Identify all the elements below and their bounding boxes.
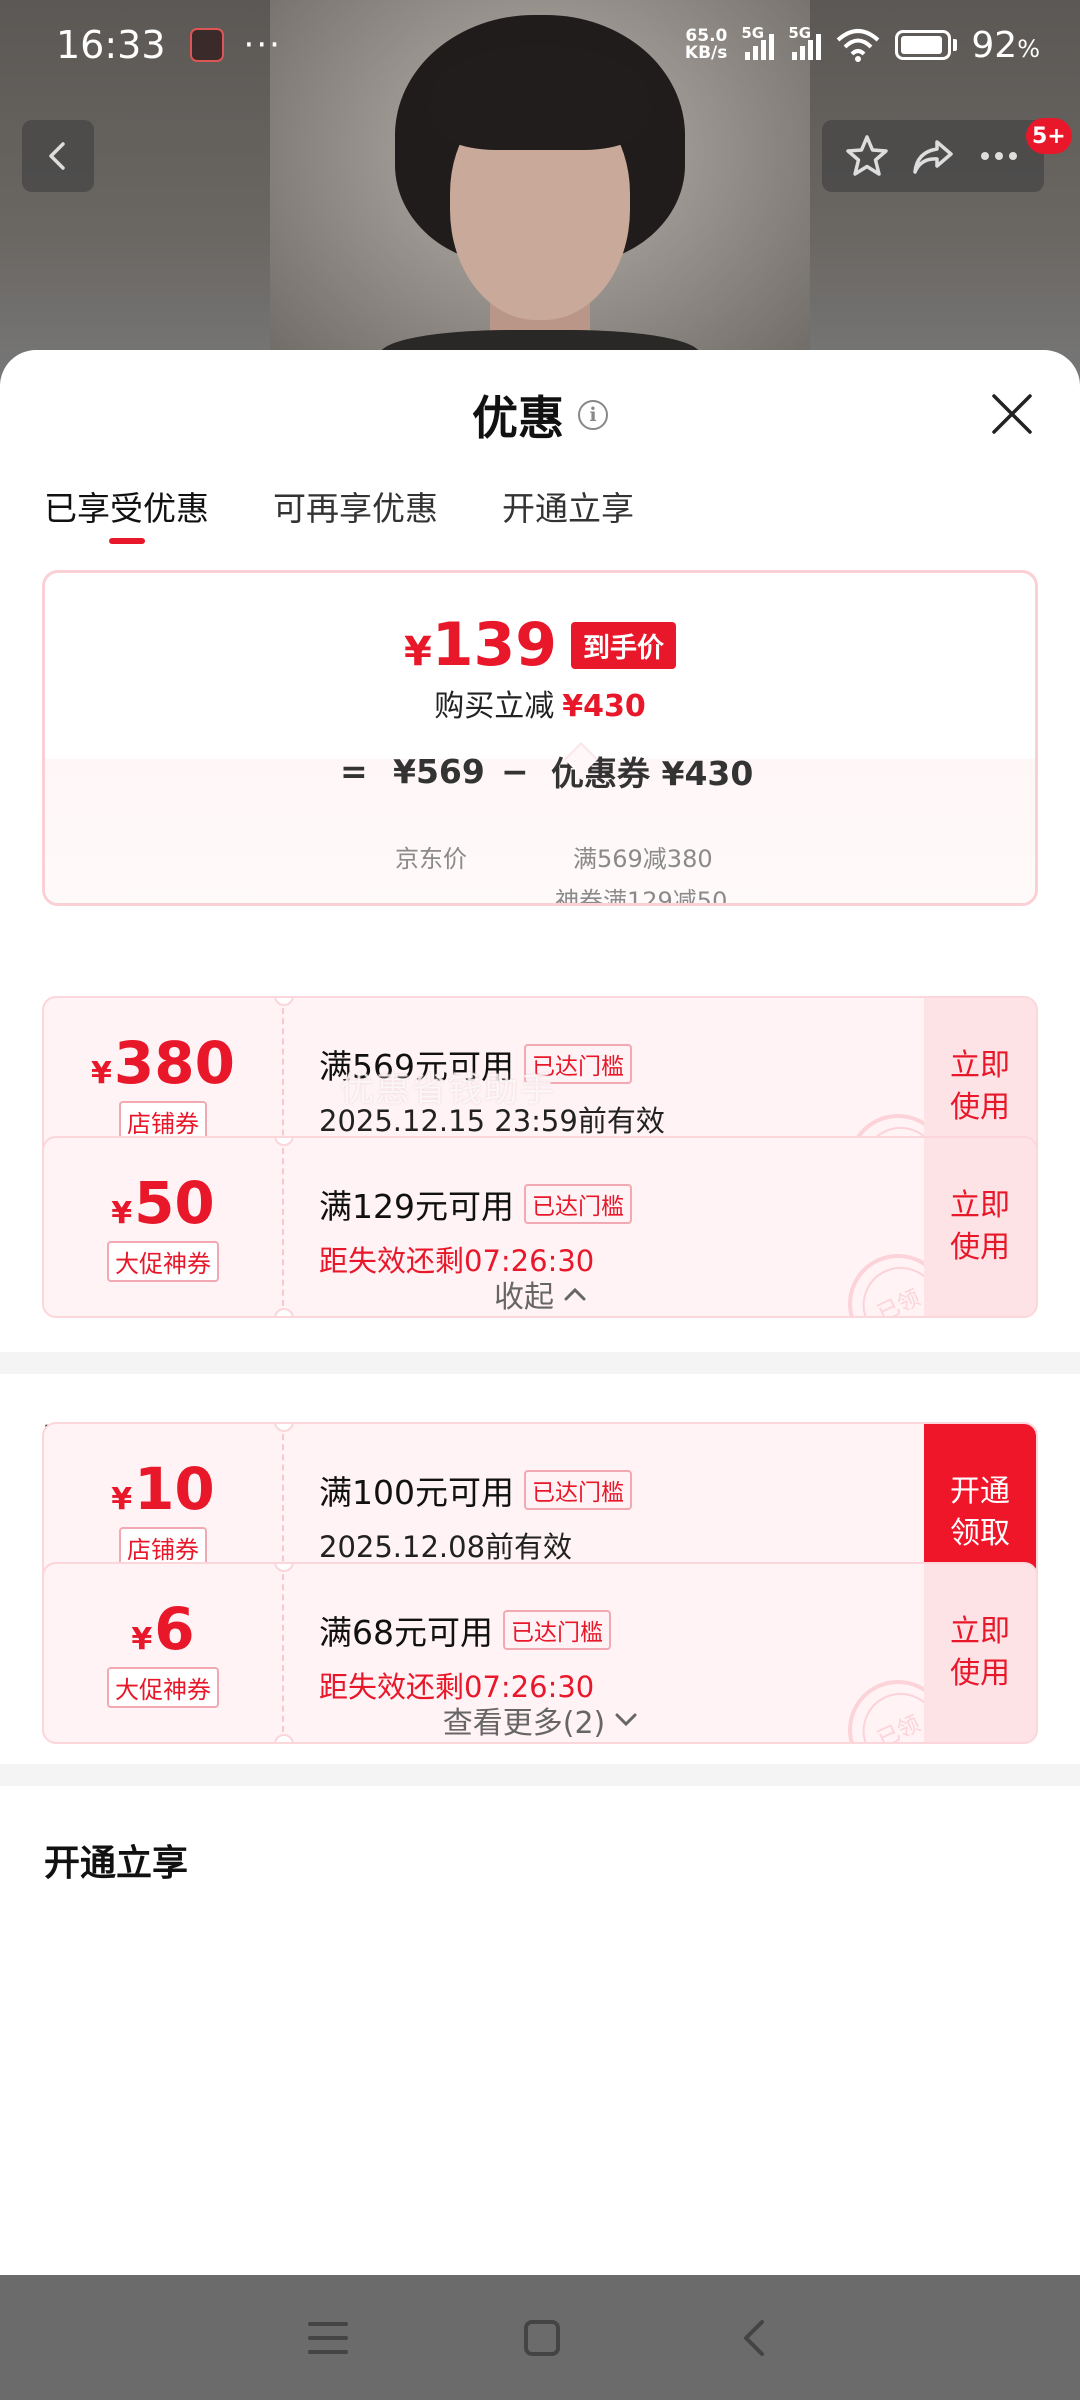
base-price-label: 京东价 xyxy=(395,845,467,873)
message-count-badge: 5+ xyxy=(1026,118,1072,154)
status-time: 16:33 xyxy=(56,23,166,67)
sheet-header: 优惠 i xyxy=(0,350,1080,480)
coupon-condition: 满68元可用 xyxy=(319,1613,493,1652)
price-breakdown: = ¥569 − 优惠券 ¥430 京东价 满569减380 神券满129减50 xyxy=(45,752,1035,906)
section-divider xyxy=(0,1352,1080,1374)
network-speed: 65.0 KB/s xyxy=(684,26,728,63)
status-more-icon: ··· xyxy=(243,25,282,65)
close-button[interactable] xyxy=(986,388,1038,440)
close-icon xyxy=(992,394,1032,434)
signal-icon: 5G xyxy=(788,24,822,60)
coupon-note: 神券满129减50 xyxy=(555,887,728,906)
app-notification-icon xyxy=(189,28,224,62)
watermark: 优惠省钱助手 xyxy=(340,1070,556,1110)
coupon-condition: 满129元可用 xyxy=(319,1187,514,1226)
section-divider xyxy=(0,1764,1080,1786)
sheet-title: 优惠 xyxy=(472,391,564,445)
coupon-condition: 满100元可用 xyxy=(319,1473,514,1512)
battery-icon xyxy=(895,30,958,60)
system-nav-bar xyxy=(0,2275,1080,2400)
threshold-tag: 已达门槛 xyxy=(524,1470,632,1510)
section-title-open: 开通立享 xyxy=(44,1843,189,1884)
status-bar: 16:33 ··· 65.0 KB/s 5G 5G 92% xyxy=(0,0,1080,90)
discount-sheet: 优惠 i 已享受优惠 可再享优惠 开通立享 ¥139 到手价 购买立减 ¥430 … xyxy=(0,350,1080,2275)
coupon-amount: ¥6 xyxy=(131,1594,195,1663)
menu-icon[interactable] xyxy=(306,2318,350,2358)
coupon-amount: ¥50 xyxy=(111,1168,215,1237)
home-icon[interactable] xyxy=(522,2318,562,2358)
saving-line: 购买立减 ¥430 xyxy=(434,689,646,724)
see-more-toggle[interactable]: 查看更多(2) xyxy=(0,1698,1080,1742)
coupon-validity: 2025.12.08前有效 xyxy=(319,1530,573,1564)
more-icon[interactable] xyxy=(975,132,1023,180)
collapse-label: 收起 xyxy=(494,1280,554,1315)
signal-icon: 5G xyxy=(741,24,775,60)
share-icon[interactable] xyxy=(909,132,957,180)
collapse-toggle[interactable]: 收起 xyxy=(0,1272,1080,1316)
back-button[interactable] xyxy=(22,120,94,192)
coupon-amount: ¥380 xyxy=(91,1028,235,1097)
price-summary-card: ¥139 到手价 购买立减 ¥430 = ¥569 − 优惠券 ¥430 京东价 … xyxy=(42,570,1038,906)
tab-enjoyed[interactable]: 已享受优惠 xyxy=(44,480,209,562)
star-icon[interactable] xyxy=(843,132,891,180)
top-action-group xyxy=(822,120,1044,192)
back-nav-icon[interactable] xyxy=(734,2318,774,2358)
minus-sign: − xyxy=(501,751,529,791)
coupon-note: 满569减380 xyxy=(573,845,713,873)
coupon-amount: ¥10 xyxy=(111,1454,215,1523)
discount-tabs: 已享受优惠 可再享优惠 开通立享 xyxy=(0,480,1080,562)
threshold-tag: 已达门槛 xyxy=(503,1610,611,1650)
equals-sign: = xyxy=(340,751,368,791)
wifi-icon xyxy=(837,29,880,62)
base-price: ¥569 xyxy=(393,751,485,791)
threshold-tag: 已达门槛 xyxy=(524,1184,632,1224)
final-price: ¥139 xyxy=(403,610,558,680)
chevron-down-icon xyxy=(615,1713,637,1727)
tab-membership[interactable]: 开通立享 xyxy=(502,480,634,562)
tab-more-available[interactable]: 可再享优惠 xyxy=(273,480,438,562)
chevron-up-icon xyxy=(564,1287,586,1301)
final-price-tag: 到手价 xyxy=(571,621,677,669)
back-icon xyxy=(49,142,65,170)
battery-level: 92% xyxy=(971,24,1040,66)
info-icon[interactable]: i xyxy=(578,400,608,430)
see-more-label: 查看更多(2) xyxy=(442,1706,606,1741)
